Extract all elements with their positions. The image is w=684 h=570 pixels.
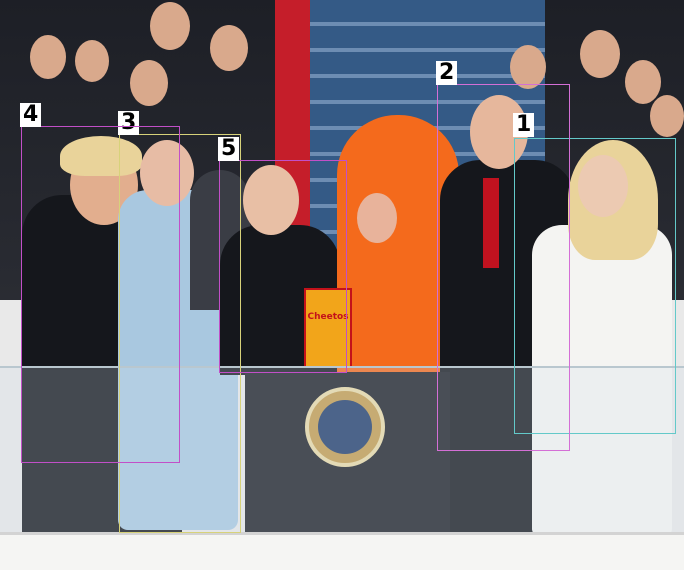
crowd-face: [30, 35, 66, 79]
annotation-label: 2: [436, 61, 458, 85]
annotation-box-4: 4: [20, 103, 180, 463]
crowd-face: [510, 45, 546, 89]
crowd-face: [130, 60, 168, 106]
crowd-face: [75, 40, 109, 82]
crowd-face: [150, 2, 190, 50]
annotation-label: 4: [20, 103, 42, 127]
annotation-box-2: 2: [436, 61, 570, 451]
crowd-face: [625, 60, 661, 104]
crowd-face: [580, 30, 620, 78]
face: [357, 193, 397, 243]
crowd-face: [650, 95, 684, 137]
annotation-label: 5: [218, 137, 240, 161]
crowd-face: [210, 25, 248, 71]
photo-scene: Cheetos 1 2 3 4 5: [0, 0, 684, 570]
stage-floor: [0, 532, 684, 570]
annotation-box-5: 5: [218, 137, 347, 373]
